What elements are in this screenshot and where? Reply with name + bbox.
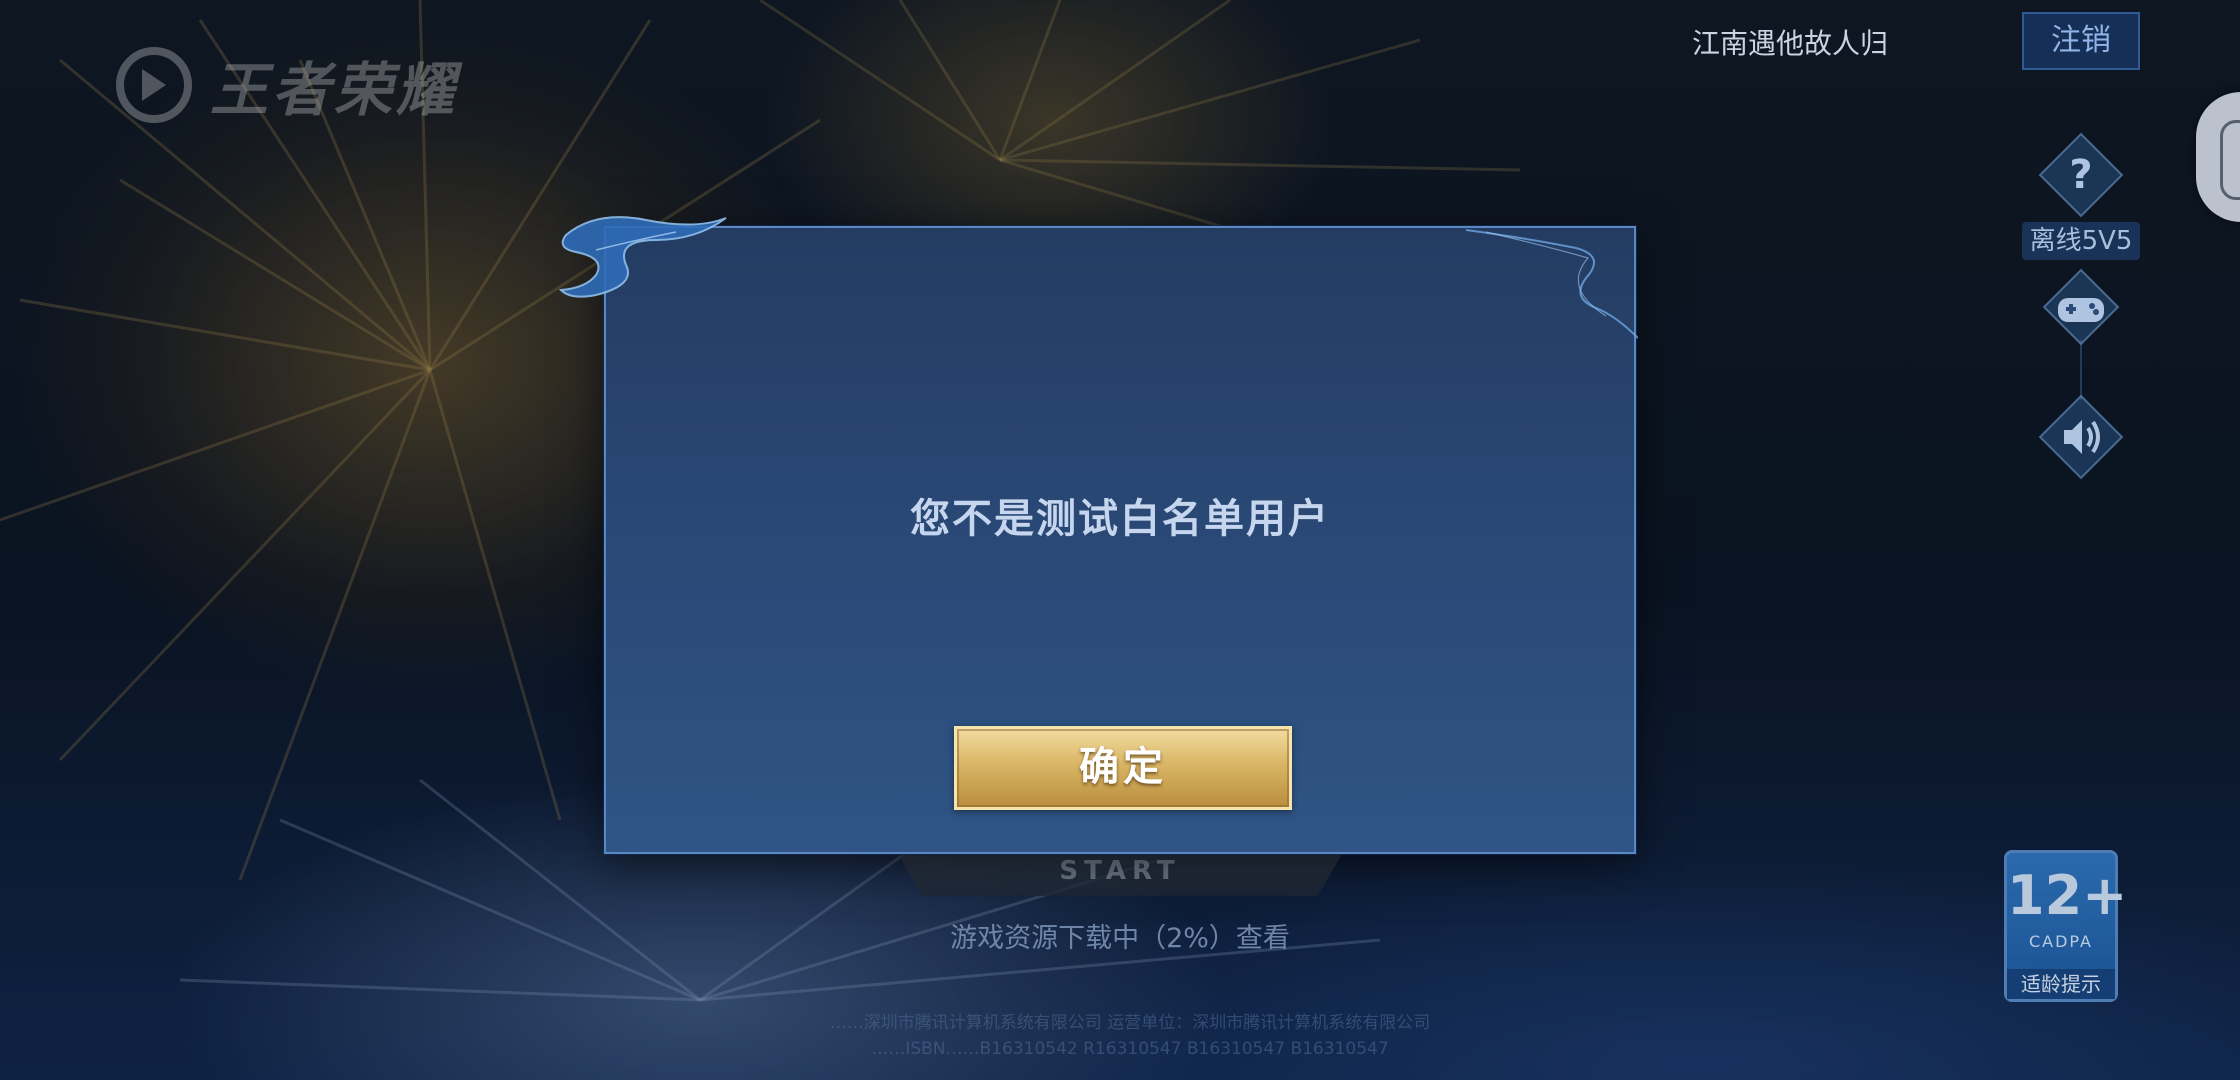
- age-rating-badge[interactable]: 12+ CADPA 适龄提示: [2004, 850, 2128, 1002]
- svg-text:?: ?: [2069, 152, 2092, 198]
- whitelist-alert-dialog: 您不是测试白名单用户 确定: [558, 216, 1638, 854]
- age-rating-org: CADPA: [2028, 932, 2093, 951]
- dialog-message: 您不是测试白名单用户: [910, 496, 1330, 542]
- cloud-ornament-right: [1466, 229, 1638, 339]
- speaker-icon: [2038, 394, 2124, 480]
- gamepad-icon: [2042, 268, 2120, 346]
- confirm-button[interactable]: 确定: [954, 726, 1292, 810]
- sound-toggle-button[interactable]: [2036, 392, 2126, 482]
- footer-line-2: ……ISBN……B16310542 R16310547 B16310547 B1…: [871, 1039, 1389, 1059]
- help-button[interactable]: ?: [2036, 130, 2126, 220]
- game-logo: 王者荣耀: [112, 40, 462, 130]
- offline-5v5-label[interactable]: 离线5V5: [2022, 222, 2140, 260]
- question-icon: ?: [2038, 132, 2124, 218]
- start-sub-label: START: [1059, 856, 1181, 886]
- offline-5v5-button[interactable]: [2036, 262, 2126, 352]
- username-label: 江南遇他故人归: [1691, 27, 1888, 60]
- logo-text: 王者荣耀: [210, 56, 459, 124]
- age-rating-tip: 适龄提示: [2007, 969, 2115, 999]
- footer-legal-text: ……深圳市腾讯计算机系统有限公司 运营单位：深圳市腾讯计算机系统有限公司 ……I…: [280, 1010, 1980, 1062]
- footer-line-1: ……深圳市腾讯计算机系统有限公司 运营单位：深圳市腾讯计算机系统有限公司: [829, 1013, 1431, 1033]
- side-divider: [2080, 340, 2082, 400]
- age-rating-number: 12+: [2007, 864, 2128, 927]
- logout-button[interactable]: 注销: [2022, 12, 2140, 70]
- download-status-text[interactable]: 游戏资源下载中（2%）查看: [890, 916, 1350, 955]
- logo-emblem-icon: [116, 47, 192, 123]
